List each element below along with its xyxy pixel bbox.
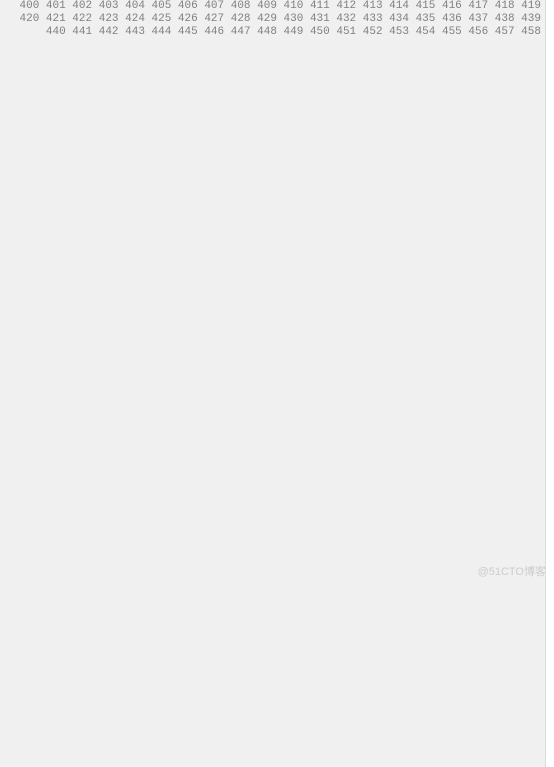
line-numbers-gutter: 400 401 402 403 404 405 406 407 408 409 … [0,0,546,767]
watermark-label: @51CTO博客 [478,566,546,579]
code-editor: 400 401 402 403 404 405 406 407 408 409 … [0,0,554,767]
code-content: static void AppTaskCreate(void){ taskENT… [546,0,554,767]
